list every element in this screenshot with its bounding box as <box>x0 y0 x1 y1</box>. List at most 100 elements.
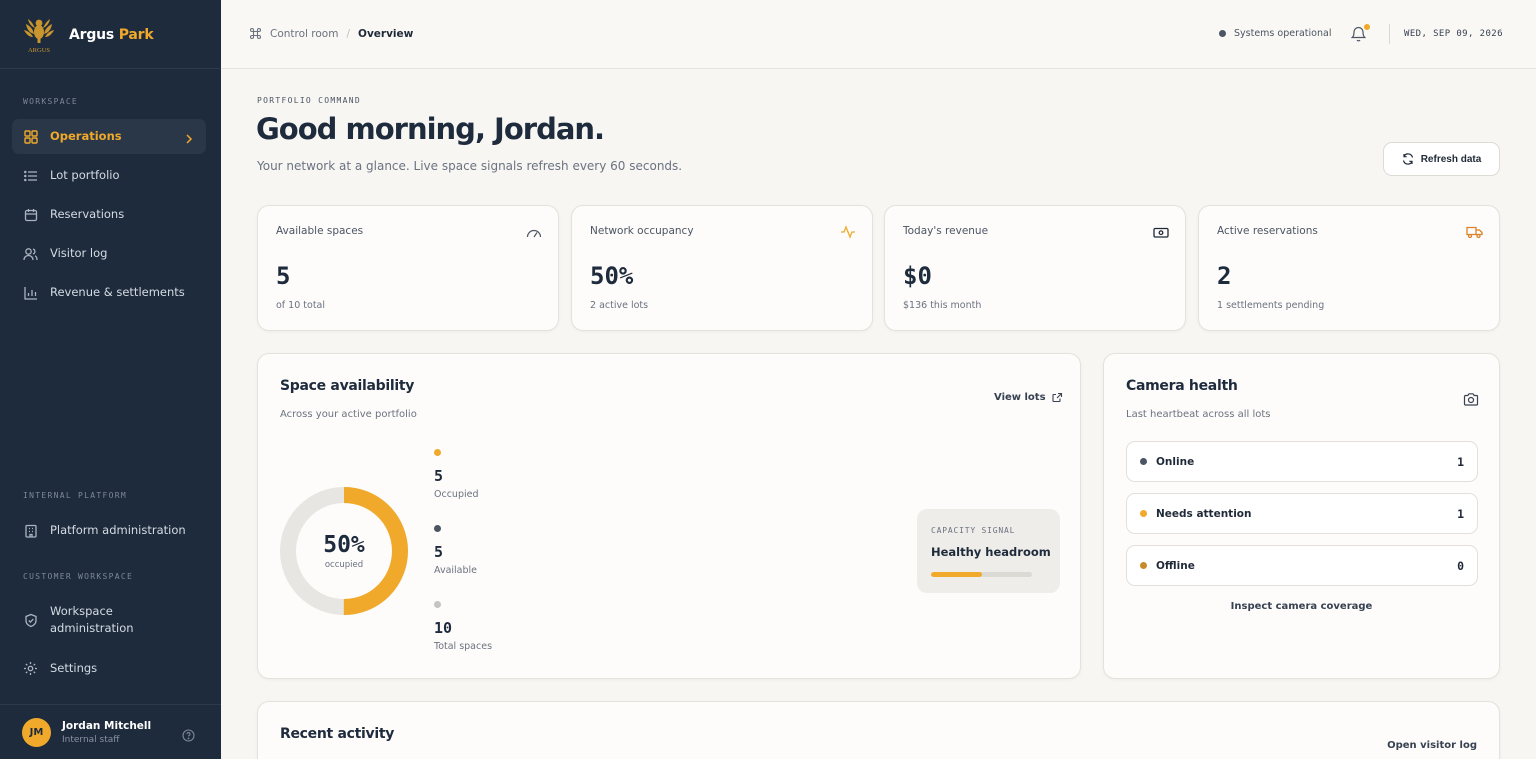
donut-center: 50% occupied <box>278 485 410 617</box>
stat-sub: $136 this month <box>903 300 982 311</box>
truck-icon <box>1466 224 1483 243</box>
banknote-icon <box>1153 224 1169 243</box>
camera-row-count: 1 <box>1457 454 1464 469</box>
panel-subtitle: Last heartbeat across all lots <box>1126 409 1271 420</box>
logo-wordmark: ARGUS <box>28 47 50 54</box>
user-name: Jordan Mitchell <box>62 720 152 732</box>
stat-card-active-reservations: Active reservations 2 1 settlements pend… <box>1198 205 1500 331</box>
sidebar-item-label: Lot portfolio <box>50 168 120 182</box>
argus-logo: ARGUS <box>24 19 54 54</box>
view-lots-label: View lots <box>994 392 1046 403</box>
signal-progress-track <box>931 572 1032 577</box>
camera-row-count: 1 <box>1457 506 1464 521</box>
recent-activity-panel: Recent activity Open visitor log <box>257 701 1500 759</box>
status-dot <box>1219 30 1226 37</box>
stat-value: $0 <box>903 262 932 290</box>
sidebar-item-label: Settings <box>50 661 98 675</box>
stat-sub: 1 settlements pending <box>1217 300 1325 311</box>
stat-label: Today's revenue <box>903 225 989 237</box>
section-label-internal-platform: INTERNAL PLATFORM <box>23 491 127 500</box>
shield-icon <box>23 613 38 628</box>
calendar-icon <box>23 207 38 222</box>
stat-value: 2 <box>1217 262 1232 290</box>
legend-label: Total spaces <box>434 641 493 652</box>
open-visitor-log-link[interactable]: Open visitor log <box>1387 740 1477 751</box>
legend-dot <box>434 525 441 532</box>
section-label-customer-workspace: CUSTOMER WORKSPACE <box>23 572 134 581</box>
capacity-signal: CAPACITY SIGNAL Healthy headroom <box>917 509 1060 593</box>
topbar: Control room / Overview Systems operatio… <box>221 0 1536 69</box>
camera-row-offline[interactable]: Offline 0 <box>1126 545 1478 586</box>
sidebar-item-label: Workspace administration <box>50 604 134 635</box>
stat-value: 5 <box>276 262 291 290</box>
breadcrumb: Control room / Overview <box>249 27 413 40</box>
sidebar-item-lot-portfolio[interactable]: Lot portfolio <box>12 158 206 193</box>
legend-value: 5 <box>434 543 444 561</box>
panel-title: Camera health <box>1126 378 1238 394</box>
camera-row-label: Needs attention <box>1156 507 1252 520</box>
refresh-data-button[interactable]: Refresh data <box>1383 142 1500 176</box>
legend-dot <box>434 601 441 608</box>
chevron-right-icon <box>185 130 193 149</box>
sidebar-item-reservations[interactable]: Reservations <box>12 197 206 232</box>
legend-occupied: 5 Occupied <box>434 449 479 500</box>
notification-dot <box>1364 24 1370 30</box>
camera-health-panel: Camera health Last heartbeat across all … <box>1103 353 1500 679</box>
legend-available: 5 Available <box>434 525 477 576</box>
sidebar-item-label: Reservations <box>50 207 125 221</box>
system-status: Systems operational <box>1219 28 1331 39</box>
stat-card-available-spaces: Available spaces 5 of 10 total <box>257 205 559 331</box>
bar-chart-icon <box>23 285 38 300</box>
camera-row-label: Online <box>1156 455 1195 468</box>
breadcrumb-overview: Overview <box>358 27 414 40</box>
page-eyebrow: PORTFOLIO COMMAND <box>257 96 361 105</box>
sidebar-item-label: Revenue & settlements <box>50 285 185 299</box>
page-subtitle: Your network at a glance. Live space sig… <box>257 159 683 173</box>
refresh-icon <box>1402 153 1413 165</box>
signal-title: Healthy headroom <box>931 545 1051 559</box>
inspect-camera-coverage-link[interactable]: Inspect camera coverage <box>1104 601 1499 612</box>
gauge-icon <box>526 224 542 243</box>
camera-row-online[interactable]: Online 1 <box>1126 441 1478 482</box>
user-profile[interactable]: JM Jordan Mitchell Internal staff <box>22 718 202 747</box>
stat-sub: 2 active lots <box>590 300 649 311</box>
sidebar-item-visitor-log[interactable]: Visitor log <box>12 236 206 271</box>
building-icon <box>23 523 38 538</box>
command-icon <box>249 27 262 40</box>
external-link-icon <box>1051 392 1062 403</box>
signal-eyebrow: CAPACITY SIGNAL <box>931 526 1016 535</box>
sidebar-item-revenue-settlements[interactable]: Revenue & settlements <box>12 275 206 310</box>
stat-value: 50% <box>590 262 634 290</box>
breadcrumb-control-room[interactable]: Control room <box>270 28 338 40</box>
section-label-workspace: WORKSPACE <box>23 97 79 106</box>
user-role: Internal staff <box>62 735 120 745</box>
breadcrumb-separator: / <box>346 27 351 40</box>
page-title: Good morning, Jordan. <box>256 112 605 146</box>
view-lots-link[interactable]: View lots <box>994 392 1063 403</box>
sidebar-item-operations[interactable]: Operations <box>12 119 206 154</box>
brand[interactable]: ARGUS Argus Park <box>22 16 154 54</box>
legend-label: Occupied <box>434 489 479 500</box>
sidebar-item-platform-administration[interactable]: Platform administration <box>12 513 206 548</box>
donut-value: 50% <box>323 532 365 558</box>
refresh-label: Refresh data <box>1420 153 1482 165</box>
legend-label: Available <box>434 565 478 576</box>
status-dot <box>1140 510 1147 517</box>
status-dot <box>1140 458 1147 465</box>
stat-sub: of 10 total <box>276 300 326 311</box>
sidebar-item-label: Platform administration <box>50 523 186 537</box>
space-availability-panel: Space availability Across your active po… <box>257 353 1081 679</box>
brand-name: Argus Park <box>69 27 154 43</box>
camera-row-needs-attention[interactable]: Needs attention 1 <box>1126 493 1478 534</box>
sidebar-item-label: Visitor log <box>50 246 108 260</box>
user-divider <box>0 704 221 705</box>
grid-icon <box>23 129 38 144</box>
sidebar-item-workspace-administration[interactable]: Workspace administration <box>12 602 206 638</box>
sidebar: ARGUS Argus Park WORKSPACE Operations Lo… <box>0 0 221 759</box>
sidebar-item-settings[interactable]: Settings <box>12 651 206 686</box>
donut-label: occupied <box>324 560 364 570</box>
sidebar-divider <box>0 68 221 69</box>
help-icon[interactable] <box>182 727 195 746</box>
stat-card-todays-revenue: Today's revenue $0 $136 this month <box>884 205 1186 331</box>
camera-icon <box>1463 391 1479 410</box>
